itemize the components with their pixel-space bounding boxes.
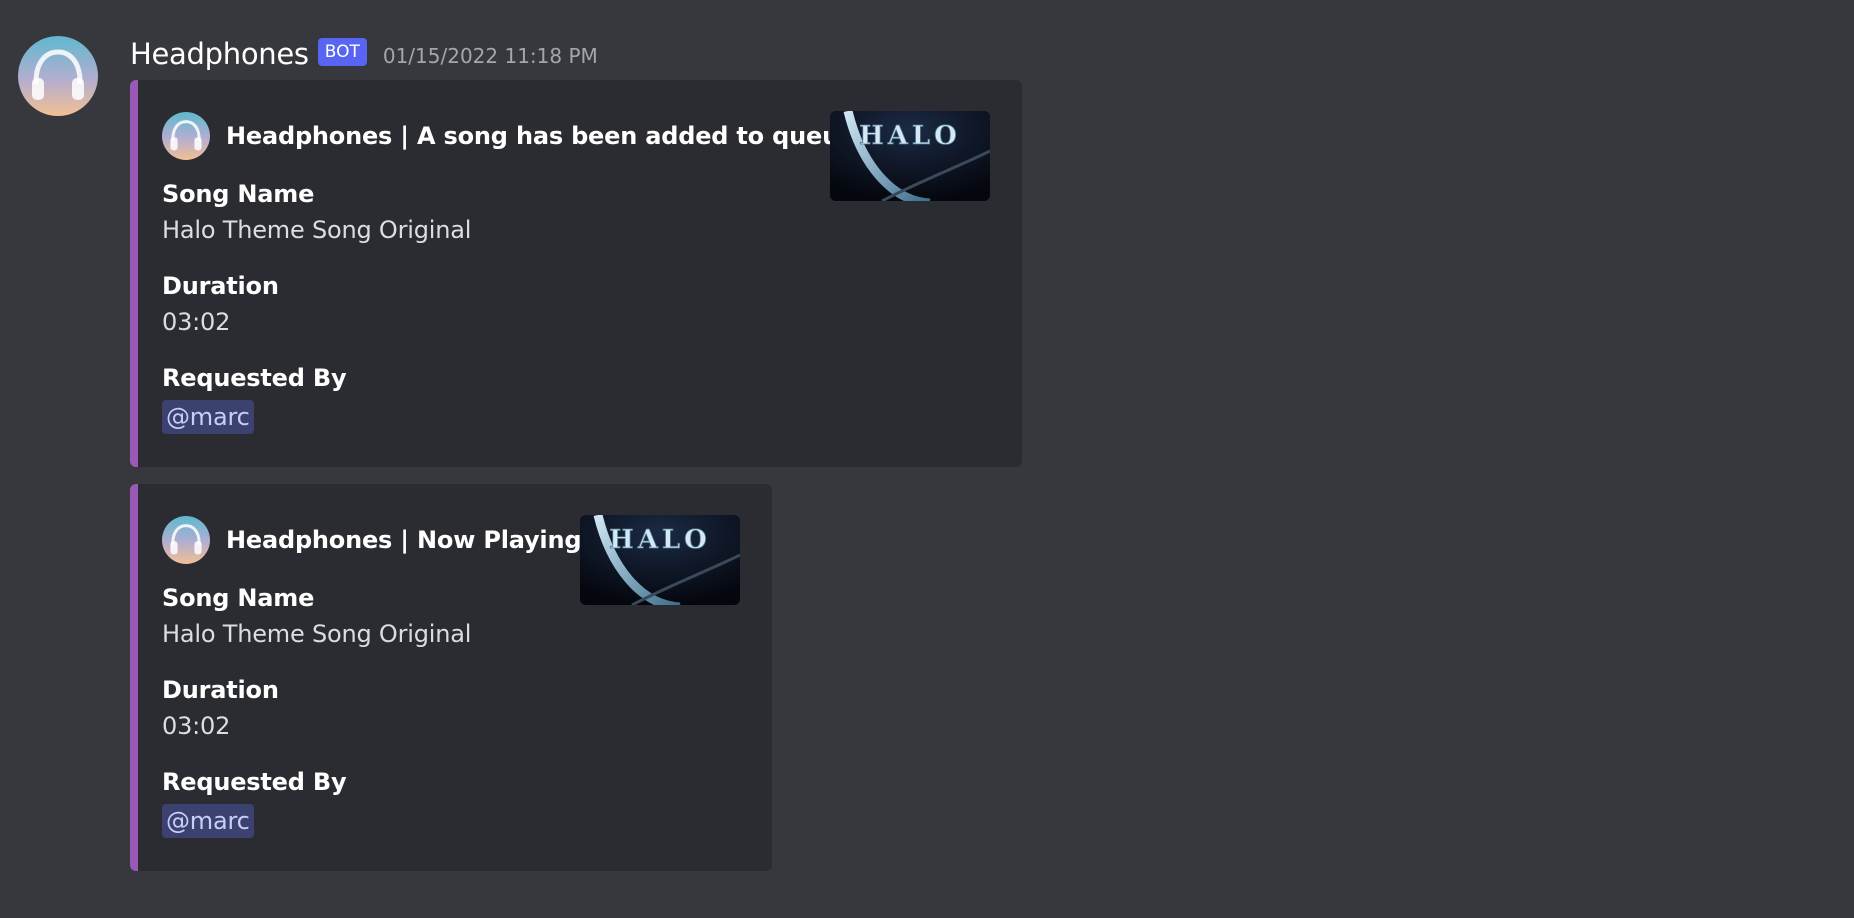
field-value: 03:02 bbox=[162, 308, 231, 336]
user-mention[interactable]: @marc bbox=[162, 400, 254, 434]
embed-author-icon bbox=[162, 112, 210, 160]
embed-author-icon bbox=[162, 516, 210, 564]
field-label: Song Name bbox=[162, 584, 315, 612]
field-value: Halo Theme Song Original bbox=[162, 216, 472, 244]
embed-author: Headphones | A song has been added to qu… bbox=[162, 112, 866, 160]
field-value: 03:02 bbox=[162, 712, 231, 740]
field-value-container: @marc bbox=[162, 798, 346, 838]
halo-logo-image: HALO bbox=[830, 111, 990, 201]
field-duration: Duration 03:02 bbox=[162, 270, 279, 342]
embed-thumbnail[interactable]: HALO bbox=[580, 515, 740, 605]
bot-avatar[interactable] bbox=[18, 36, 98, 116]
embed-thumbnail[interactable]: HALO bbox=[830, 111, 990, 201]
halo-logo-image: HALO bbox=[580, 515, 740, 605]
field-label: Duration bbox=[162, 272, 279, 300]
field-requested-by: Requested By @marc bbox=[162, 362, 347, 434]
field-label: Requested By bbox=[162, 768, 347, 796]
field-value: Halo Theme Song Original bbox=[162, 620, 472, 648]
embed-queue-added: Headphones | A song has been added to qu… bbox=[130, 80, 1022, 467]
bot-badge: BOT bbox=[317, 38, 367, 66]
field-label: Duration bbox=[162, 676, 279, 704]
headphones-icon bbox=[170, 524, 202, 555]
chat-message: Headphones BOT 01/15/2022 11:18 PM Headp… bbox=[0, 0, 1854, 918]
field-value-container: @marc bbox=[162, 394, 346, 434]
field-label: Requested By bbox=[162, 364, 347, 392]
field-duration: Duration 03:02 bbox=[162, 674, 279, 746]
field-label: Song Name bbox=[162, 180, 315, 208]
headphones-icon bbox=[32, 49, 84, 100]
field-song-name: Song Name Halo Theme Song Original bbox=[162, 582, 471, 654]
embed-now-playing: Headphones | Now Playing HALO Song Name … bbox=[130, 484, 772, 871]
username[interactable]: Headphones bbox=[130, 37, 309, 71]
field-song-name: Song Name Halo Theme Song Original bbox=[162, 178, 471, 250]
message-header: Headphones BOT 01/15/2022 11:18 PM bbox=[130, 34, 598, 74]
headphones-icon bbox=[170, 120, 202, 151]
embed-author-name: Headphones | A song has been added to qu… bbox=[226, 122, 866, 150]
message-timestamp: 01/15/2022 11:18 PM bbox=[382, 44, 598, 68]
thumbnail-text: HALO bbox=[609, 525, 711, 555]
thumbnail-text: HALO bbox=[859, 121, 961, 151]
embed-author: Headphones | Now Playing bbox=[162, 516, 582, 564]
field-requested-by: Requested By @marc bbox=[162, 766, 347, 838]
user-mention[interactable]: @marc bbox=[162, 804, 254, 838]
embed-author-name: Headphones | Now Playing bbox=[226, 526, 582, 554]
